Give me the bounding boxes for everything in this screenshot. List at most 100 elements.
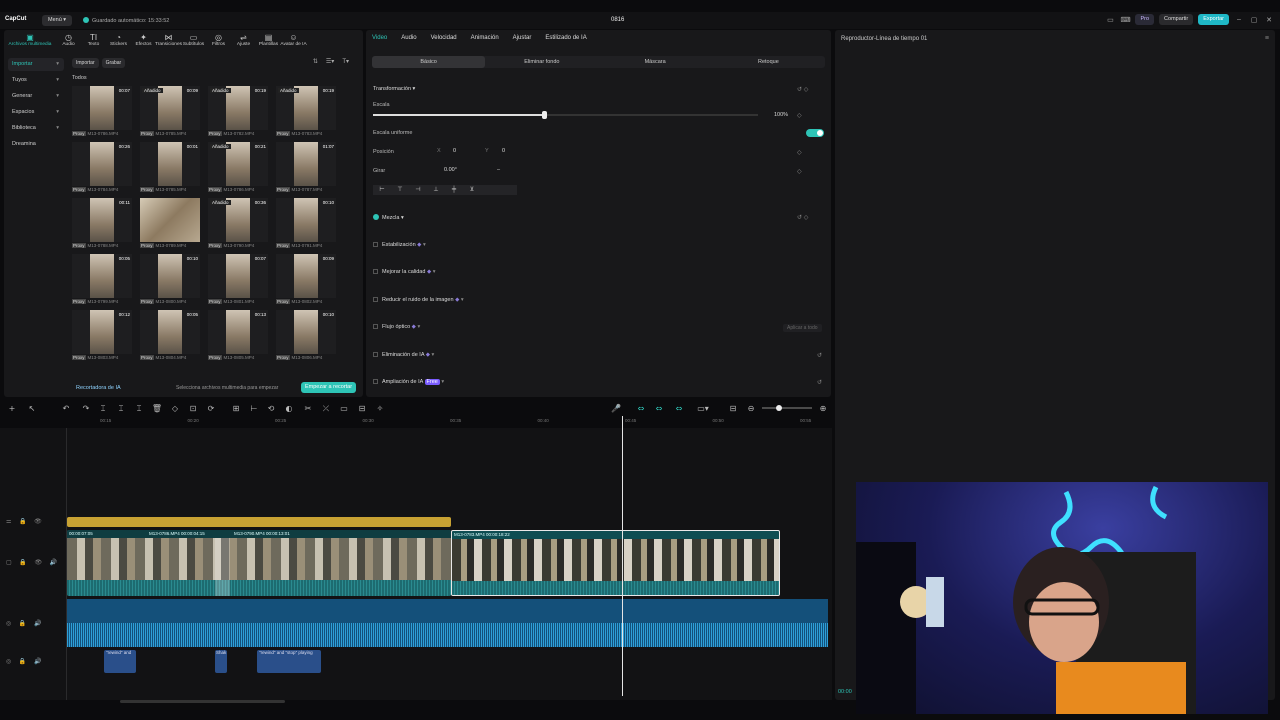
add-track-icon[interactable]: + — [9, 404, 16, 413]
tool-ajuste[interactable]: ⇌ Ajuste — [231, 30, 256, 50]
sfx-clip-3[interactable]: "rewind" and "stop" playing — [257, 650, 321, 673]
media-item[interactable]: 00:13 Proxy M13-0805.MP4 — [208, 310, 268, 362]
blend-heading[interactable]: Mezcla ▾ — [373, 214, 404, 221]
timeline-ruler[interactable]: 00:15 00:20 00:25 00:30 00:35 00:40 00:45 00:50… — [66, 416, 832, 428]
text-filter-icon[interactable]: T▾ — [342, 58, 349, 65]
align-button-icon[interactable]: ╪ — [445, 185, 463, 195]
media-item[interactable]: 00:07 Proxy M13-0786.MP4 — [72, 86, 132, 138]
media-item[interactable]: 00:10 Proxy M13-0791.MP4 — [276, 198, 336, 250]
tool-plantillas[interactable]: ▤ Plantillas — [256, 30, 281, 50]
cut-icon[interactable]: ✂ — [305, 404, 312, 413]
frame-icon[interactable]: ⊟ — [359, 404, 366, 413]
zoom-slider-knob[interactable] — [776, 405, 782, 411]
layout-icon[interactable]: ▭ — [1105, 16, 1115, 24]
import-button[interactable]: Importar — [72, 58, 99, 68]
menu-button[interactable]: Menú ▾ — [42, 15, 73, 26]
section-estabilización[interactable]: Estabilización ◆ ▾ — [373, 242, 426, 248]
snap-icon[interactable]: ⇔ — [676, 404, 683, 413]
shortcuts-icon[interactable]: ⌨ — [1120, 16, 1130, 24]
media-item[interactable]: 00:10 Proxy M13-0800.MP4 — [140, 254, 200, 306]
section-reducir-el-ruido-de-la-imagen[interactable]: Reducir el ruido de la imagen ◆ ▾ — [373, 297, 464, 303]
media-item[interactable]: Añadido 00:36 Proxy M13-0790.MP4 — [208, 198, 268, 250]
start-trim-button[interactable]: Empezar a recortar — [301, 382, 357, 393]
checkbox[interactable] — [373, 379, 378, 384]
pos-y-input[interactable]: 0 — [502, 147, 505, 156]
text-clip[interactable] — [67, 517, 451, 527]
ai-recorder-link[interactable]: Recortadora de IA — [76, 385, 121, 391]
tab-ajustar[interactable]: Ajustar — [513, 35, 532, 41]
keyframe-icon[interactable]: ◇ — [797, 112, 802, 119]
rotate-icon[interactable]: ⟲ — [268, 404, 275, 413]
freeze-icon[interactable]: ⊞ — [233, 404, 240, 413]
align-button-icon[interactable]: ⊤ — [391, 185, 409, 195]
close-icon[interactable]: ✕ — [1264, 16, 1274, 24]
media-item[interactable]: 00:05 Proxy M13-0804.MP4 — [140, 310, 200, 362]
transform-icon[interactable]: ⤫ — [323, 404, 330, 413]
tool-archivos-multimedia[interactable]: ▣ Archivos multimedia — [4, 30, 56, 50]
sidebar-item-biblioteca[interactable]: Biblioteca ▾ — [8, 122, 64, 135]
pos-x-input[interactable]: 0 — [453, 147, 456, 156]
tab-estilizado-de-ia[interactable]: Estilizado de IA — [545, 35, 586, 41]
sidebar-item-generar[interactable]: Generar ▾ — [8, 90, 64, 103]
position-keyframe-icon[interactable]: ◇ — [797, 149, 802, 156]
filter-icon[interactable]: ☰▾ — [326, 58, 334, 65]
zoom-out-icon[interactable]: ⊖ — [748, 404, 755, 413]
mic-icon[interactable]: 🎤 — [611, 403, 621, 413]
video-clip-1[interactable]: 00:00:07:05 M13-0786.MP4 00:00:04:15 M13… — [67, 530, 451, 596]
playhead[interactable] — [622, 416, 623, 696]
media-item[interactable]: Añadido 00:09 Proxy M13-0785.MP4 — [140, 86, 200, 138]
sfx-track-controls[interactable]: ◎ 🔒 🔊 — [6, 658, 45, 665]
align-button-icon[interactable]: ⊥ — [427, 185, 445, 195]
media-item[interactable]: 00:12 Proxy M13-0803.MP4 — [72, 310, 132, 362]
transform-heading[interactable]: Transformación ▾ — [373, 86, 415, 92]
section-mejorar-la-calidad[interactable]: Mejorar la calidad ◆ ▾ — [373, 269, 435, 275]
media-item[interactable]: 00:26 Proxy M13-0784.MP4 — [72, 142, 132, 194]
zoom-in-icon[interactable]: ⊕ — [820, 404, 827, 413]
section-eliminación-de-ia[interactable]: Eliminación de IA ◆ ▾ — [373, 352, 434, 358]
section-reset-icon[interactable]: ↺ — [817, 352, 822, 359]
scale-value[interactable]: 100% — [774, 112, 788, 118]
align-button-icon[interactable]: ⊢ — [373, 185, 391, 195]
sidebar-item-dreamina[interactable]: Dreamina — [8, 138, 64, 151]
export-button[interactable]: Exportar — [1198, 14, 1229, 25]
tool-audio[interactable]: ◷ Audio — [56, 30, 81, 50]
align-button-icon[interactable] — [481, 185, 499, 195]
subtab-retoque[interactable]: Retoque — [712, 56, 825, 68]
audio-track-controls[interactable]: ◎ 🔒 🔊 — [6, 620, 45, 627]
checkbox[interactable] — [373, 324, 378, 329]
minimize-icon[interactable]: – — [1234, 16, 1244, 23]
sfx-clip-1[interactable]: "rewind" and — [104, 650, 136, 673]
subtab-básico[interactable]: Básico — [372, 56, 486, 68]
checkbox[interactable] — [373, 269, 378, 274]
media-item[interactable]: Añadido 00:19 Proxy M13-0783.MP4 — [276, 86, 336, 138]
magnet-icon[interactable]: ⇔ — [656, 404, 663, 413]
align-button-icon[interactable] — [499, 185, 517, 195]
marker-icon[interactable]: ◇ — [172, 404, 179, 413]
tab-animación[interactable]: Animación — [471, 35, 499, 41]
record-button[interactable]: Grabar — [101, 58, 126, 68]
tool-transiciones[interactable]: ⋈ Transiciones — [155, 30, 182, 50]
preview-icon[interactable]: ▭▾ — [697, 404, 709, 413]
sort-icon[interactable]: ⇅ — [313, 58, 318, 65]
crop-icon[interactable]: ⊡ — [190, 404, 197, 413]
subtitle-icon[interactable]: ▭ — [340, 404, 348, 413]
media-item[interactable]: Añadido 00:19 Proxy M13-0782.MP4 — [208, 86, 268, 138]
tool-avatar-de-ia[interactable]: ☺ Avatar de IA — [280, 30, 306, 50]
tab-velocidad[interactable]: Velocidad — [431, 35, 457, 41]
scale-slider[interactable] — [373, 111, 758, 119]
reverse-icon[interactable]: ⟳ — [208, 404, 215, 413]
select-tool-icon[interactable]: ↖ — [29, 404, 36, 413]
share-button[interactable]: Compartir — [1159, 14, 1194, 25]
align-button-icon[interactable]: ⊻ — [463, 185, 481, 195]
blend-reset-icon[interactable]: ↺ ◇ — [797, 214, 808, 221]
text-track-controls[interactable]: ⚌ 🔒 👁 — [6, 518, 45, 525]
ai-icon[interactable]: ✧ — [377, 404, 384, 413]
sidebar-item-importar[interactable]: Importar ▾ — [8, 58, 64, 71]
color-icon[interactable]: ◐ — [286, 404, 293, 413]
undo-icon[interactable]: ↶ — [62, 404, 70, 413]
align-button-icon[interactable]: ⊣ — [409, 185, 427, 195]
media-item[interactable]: 00:07 Proxy M13-0801.MP4 — [208, 254, 268, 306]
pro-button[interactable]: Pro — [1135, 14, 1155, 25]
delete-icon[interactable]: 🗑 — [152, 404, 162, 413]
main-track-controls[interactable]: ▢ 🔒 👁 🔊 — [6, 559, 60, 566]
